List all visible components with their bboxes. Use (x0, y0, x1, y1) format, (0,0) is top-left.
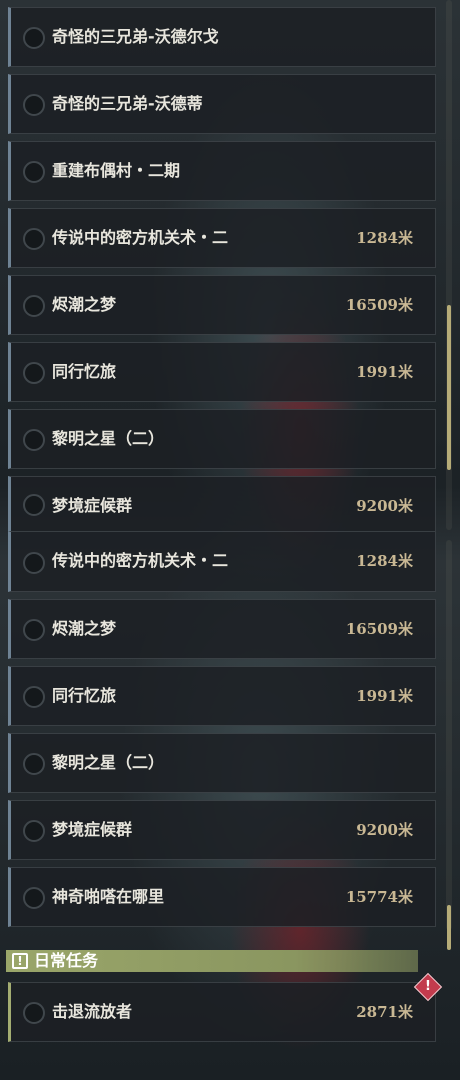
quest-item[interactable]: 奇怪的三兄弟-沃德尔戈 (8, 7, 436, 67)
quest-item[interactable]: 同行忆旅 1991米 (8, 342, 436, 402)
quest-name: 烬潮之梦 (52, 619, 117, 638)
daily-quests-header[interactable]: ! 日常任务 (6, 950, 418, 972)
scrollbar-thumb-bottom[interactable] (447, 905, 451, 950)
quest-radio[interactable] (23, 551, 45, 574)
quest-tracker-panel: 奇怪的三兄弟-沃德尔戈 奇怪的三兄弟-沃德蒂 重建布偶村・二期 传说中的密方机关… (0, 0, 460, 1080)
quest-radio[interactable] (23, 1002, 45, 1024)
quest-radio[interactable] (23, 228, 45, 250)
quest-item[interactable]: 梦境症候群 9200米 (8, 800, 436, 860)
quest-name: 传说中的密方机关术・二 (52, 551, 229, 570)
quest-radio[interactable] (23, 619, 45, 641)
quest-distance: 9200米 (356, 821, 413, 839)
quest-name: 神奇啪嗒在哪里 (52, 887, 165, 906)
quest-item[interactable]: 神奇啪嗒在哪里 15774米 (8, 867, 436, 927)
quest-name: 重建布偶村・二期 (52, 161, 181, 180)
quest-name: 击退流放者 (52, 1002, 133, 1021)
exclamation-box-icon: ! (12, 953, 28, 969)
quest-item[interactable]: 烬潮之梦 16509米 (8, 599, 436, 659)
quest-radio[interactable] (23, 494, 45, 516)
quest-radio[interactable] (23, 161, 45, 183)
quest-distance: 1991米 (356, 687, 413, 705)
quest-distance: 9200米 (356, 497, 413, 515)
quest-radio[interactable] (23, 820, 45, 842)
alert-mark: ! (425, 979, 431, 994)
quest-item[interactable]: 传说中的密方机关术・二 1284米 (8, 208, 436, 268)
quest-name: 黎明之星（二） (52, 753, 165, 772)
quest-radio[interactable] (23, 429, 45, 451)
quest-name: 烬潮之梦 (52, 295, 117, 314)
quest-item[interactable]: 奇怪的三兄弟-沃德蒂 (8, 74, 436, 134)
quest-name: 梦境症候群 (52, 820, 133, 839)
quest-radio[interactable] (23, 686, 45, 708)
quest-name: 奇怪的三兄弟-沃德蒂 (52, 94, 203, 113)
quest-radio[interactable] (23, 295, 45, 317)
quest-distance: 16509米 (345, 296, 413, 314)
quest-distance: 16509米 (345, 620, 413, 638)
scrollbar-thumb-top[interactable] (447, 305, 451, 470)
quest-item[interactable]: 黎明之星（二） (8, 409, 436, 469)
quest-distance: 2871米 (356, 1003, 413, 1021)
quest-name: 传说中的密方机关术・二 (52, 228, 229, 247)
quest-item[interactable]: 烬潮之梦 16509米 (8, 275, 436, 335)
quest-distance: 15774米 (345, 888, 413, 906)
quest-radio[interactable] (23, 362, 45, 384)
quest-radio[interactable] (23, 94, 45, 116)
scrollbar-track-bottom[interactable] (446, 540, 452, 930)
quest-item[interactable]: 同行忆旅 1991米 (8, 666, 436, 726)
quest-item[interactable]: 重建布偶村・二期 (8, 141, 436, 201)
quest-name: 同行忆旅 (52, 686, 117, 705)
quest-item[interactable]: 黎明之星（二） (8, 733, 436, 793)
quest-name: 奇怪的三兄弟-沃德尔戈 (52, 27, 219, 46)
quest-distance: 1284米 (356, 552, 413, 570)
quest-item[interactable]: 传说中的密方机关术・二 1284米 (8, 532, 436, 592)
quest-name: 同行忆旅 (52, 362, 117, 381)
quest-radio[interactable] (23, 753, 45, 775)
quest-distance: 1284米 (356, 229, 413, 247)
quest-distance: 1991米 (356, 363, 413, 381)
quest-radio[interactable] (23, 887, 45, 909)
quest-radio[interactable] (23, 27, 45, 49)
quest-name: 黎明之星（二） (52, 429, 165, 448)
daily-quest-item[interactable]: 击退流放者 2871米 (8, 982, 436, 1042)
section-title: 日常任务 (34, 951, 99, 970)
quest-item[interactable]: 梦境症候群 9200米 (8, 476, 436, 532)
quest-name: 梦境症候群 (52, 496, 133, 515)
